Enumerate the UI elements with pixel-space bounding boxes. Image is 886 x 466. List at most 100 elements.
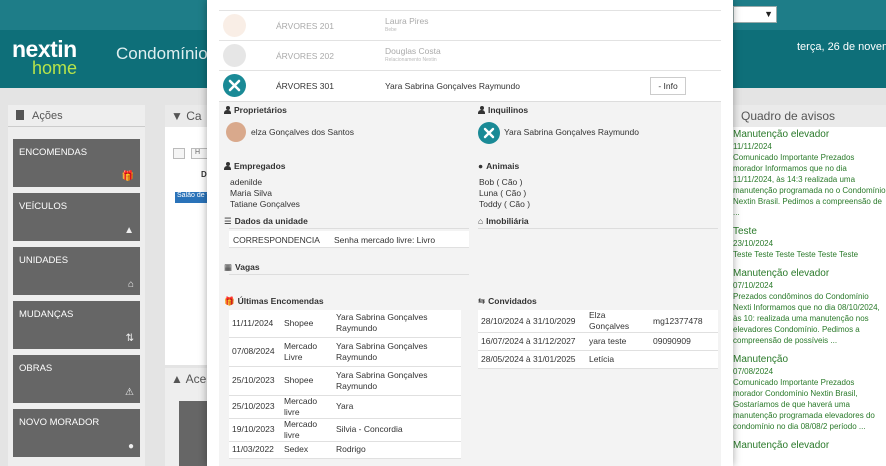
notice-body: Prezados condôminos do Condomínio Nexti … — [733, 292, 880, 345]
action-mudancas[interactable]: MUDANÇAS ⇅ — [13, 301, 140, 349]
notice-title: Manutenção elevador — [733, 440, 830, 451]
guest-period: 28/10/2024 à 31/10/2029 — [478, 310, 586, 333]
notice-board: Quadro de avisos Manutenção elevador 11/… — [733, 105, 886, 466]
section-convidados: ⇆ Convidados — [478, 296, 537, 306]
unit-detail: Proprietários elza Gonçalves dos Santos … — [219, 101, 721, 466]
nextin-x-icon — [483, 127, 495, 139]
top-select[interactable]: ▼ — [733, 6, 777, 23]
package-recipient: Yara Sabrina Gonçalves Raymundo — [333, 366, 461, 396]
package-date: 07/08/2024 — [229, 337, 281, 367]
packages-table: 11/11/2024 Shopee Yara Sabrina Gonçalves… — [229, 310, 461, 459]
guest-document — [650, 350, 718, 369]
unit-label: ÁRVORES 201 — [276, 21, 334, 31]
package-date: 19/10/2023 — [229, 418, 281, 442]
package-date: 11/03/2022 — [229, 441, 281, 459]
notice-date: 07/10/2024 — [733, 281, 774, 290]
chevron-up-icon: ▲ — [171, 372, 183, 386]
unit-list-modal: ÁRVORES 201 Laura Pires Bebe ÁRVORES 202… — [207, 0, 733, 466]
unit-row-selected[interactable]: ÁRVORES 301 Yara Sabrina Gonçalves Raymu… — [219, 70, 721, 100]
notice-board-header: Quadro de avisos — [733, 105, 886, 127]
file-icon — [16, 110, 24, 120]
divider — [478, 228, 718, 229]
notice-date: 07/08/2024 — [733, 367, 774, 376]
employee-name: Maria Silva — [230, 188, 273, 198]
package-recipient: Silvia - Concordia — [333, 418, 461, 442]
notice-body: Comunicado Importante Prezados morador C… — [733, 378, 875, 431]
unit-label: ÁRVORES 301 — [276, 81, 334, 91]
guest-period: 28/05/2024 à 31/01/2025 — [478, 350, 586, 369]
action-novo-morador[interactable]: NOVO MORADOR ● — [13, 409, 140, 457]
action-veiculos[interactable]: VEÍCULOS ▲ — [13, 193, 140, 241]
guest-name: Letícia — [586, 350, 650, 369]
actions-header: Ações — [8, 105, 145, 127]
avatar — [478, 122, 500, 144]
notice-item[interactable]: Manutenção elevador 11/11/2024 Comunicad… — [733, 129, 886, 218]
user-icon — [224, 106, 231, 114]
package-recipient: Rodrigo — [333, 441, 461, 459]
table-row: 25/10/2023 Mercado livre Yara — [229, 395, 461, 419]
sort-icon: ⇅ — [125, 333, 134, 344]
unit-row[interactable] — [219, 0, 721, 10]
resident-name: Douglas Costa — [385, 46, 441, 56]
home-icon: ⌂ — [127, 279, 134, 290]
actions-title: Ações — [32, 110, 63, 122]
notice-title: Manutenção elevador — [733, 268, 830, 279]
section-vagas: ▦ Vagas — [224, 262, 260, 272]
paw-icon: ● — [478, 161, 484, 171]
warning-icon: ⚠ — [125, 387, 134, 398]
tenant-name: Yara Sabrina Gonçalves Raymundo — [504, 127, 639, 137]
pet-name: Bob ( Cão ) — [479, 177, 523, 187]
guest-name: yara teste — [586, 332, 650, 351]
notice-item[interactable]: Manutenção 07/08/2024 Comunicado Importa… — [733, 354, 886, 432]
car-icon: ▲ — [124, 225, 134, 236]
package-carrier: Mercado Livre — [281, 337, 333, 367]
package-recipient: Yara Sabrina Gonçalves Raymundo — [333, 310, 461, 338]
notice-item[interactable]: Teste 23/10/2024 Teste Teste Teste Teste… — [733, 226, 886, 260]
package-carrier: Mercado livre — [281, 395, 333, 419]
actions-panel: Ações ENCOMENDAS 🎁 VEÍCULOS ▲ UNIDADES ⌂ MU… — [8, 105, 145, 466]
package-carrier: Shopee — [281, 310, 333, 338]
table-row: 16/07/2024 à 31/12/2027 yara teste 09090… — [478, 332, 718, 351]
grid-icon: ▦ — [224, 262, 233, 272]
table-row: 11/03/2022 Sedex Rodrigo — [229, 441, 461, 459]
action-unidades[interactable]: UNIDADES ⌂ — [13, 247, 140, 295]
condo-title: Condomínio — [116, 44, 208, 63]
owner-name: elza Gonçalves dos Santos — [251, 127, 355, 137]
pet-name: Toddy ( Cão ) — [479, 199, 531, 209]
nextin-x-icon — [228, 79, 241, 92]
info-button[interactable]: - Info — [650, 77, 686, 95]
section-proprietarios: Proprietários — [224, 105, 287, 115]
table-row: 25/10/2023 Shopee Yara Sabrina Gonçalves… — [229, 366, 461, 396]
unit-row[interactable]: ÁRVORES 201 Laura Pires Bebe — [219, 10, 721, 40]
section-dados-unidade: ☰ Dados da unidade — [224, 216, 308, 226]
action-obras[interactable]: OBRAS ⚠ — [13, 355, 140, 403]
action-encomendas[interactable]: ENCOMENDAS 🎁 — [13, 139, 140, 187]
table-row: 07/08/2024 Mercado Livre Yara Sabrina Go… — [229, 337, 461, 367]
header-date: terça, 26 de novemb — [797, 41, 886, 53]
avatar — [223, 14, 246, 37]
table-row: 28/10/2024 à 31/10/2029 Elza Gonçalves m… — [478, 310, 718, 333]
table-row: 11/11/2024 Shopee Yara Sabrina Gonçalves… — [229, 310, 461, 338]
list-icon: ☰ — [224, 216, 232, 226]
table-row: 19/10/2023 Mercado livre Silvia - Concor… — [229, 418, 461, 442]
toolbar-button[interactable] — [173, 148, 185, 159]
notice-item[interactable]: Manutenção elevador 07/10/2024 Prezados … — [733, 268, 886, 346]
gift-icon: 🎁 — [121, 171, 134, 182]
package-recipient: Yara Sabrina Gonçalves Raymundo — [333, 337, 461, 367]
table-row: 28/05/2024 à 31/01/2025 Letícia — [478, 350, 718, 369]
unit-data-row: CORRESPONDENCIA Senha mercado livre: Liv… — [229, 231, 469, 248]
divider — [229, 228, 469, 229]
notice-item[interactable]: Manutenção elevador — [733, 440, 886, 452]
guest-document: mg12377478 — [650, 310, 718, 333]
column-header: D — [201, 170, 207, 179]
employee-name: Tatiane Gonçalves — [230, 199, 300, 209]
guests-table: 28/10/2024 à 31/10/2029 Elza Gonçalves m… — [478, 310, 718, 369]
employee-name: adenilde — [230, 177, 263, 187]
chevron-down-icon: ▼ — [764, 9, 773, 19]
notice-date: 23/10/2024 — [733, 239, 774, 248]
unit-row[interactable]: ÁRVORES 202 Douglas Costa Relacionamento… — [219, 40, 721, 70]
section-encomendas: 🎁 Últimas Encomendas — [224, 296, 324, 306]
gift-icon: 🎁 — [224, 296, 235, 306]
resident-name: Yara Sabrina Gonçalves Raymundo — [385, 81, 520, 91]
home-icon: ⌂ — [478, 216, 484, 226]
